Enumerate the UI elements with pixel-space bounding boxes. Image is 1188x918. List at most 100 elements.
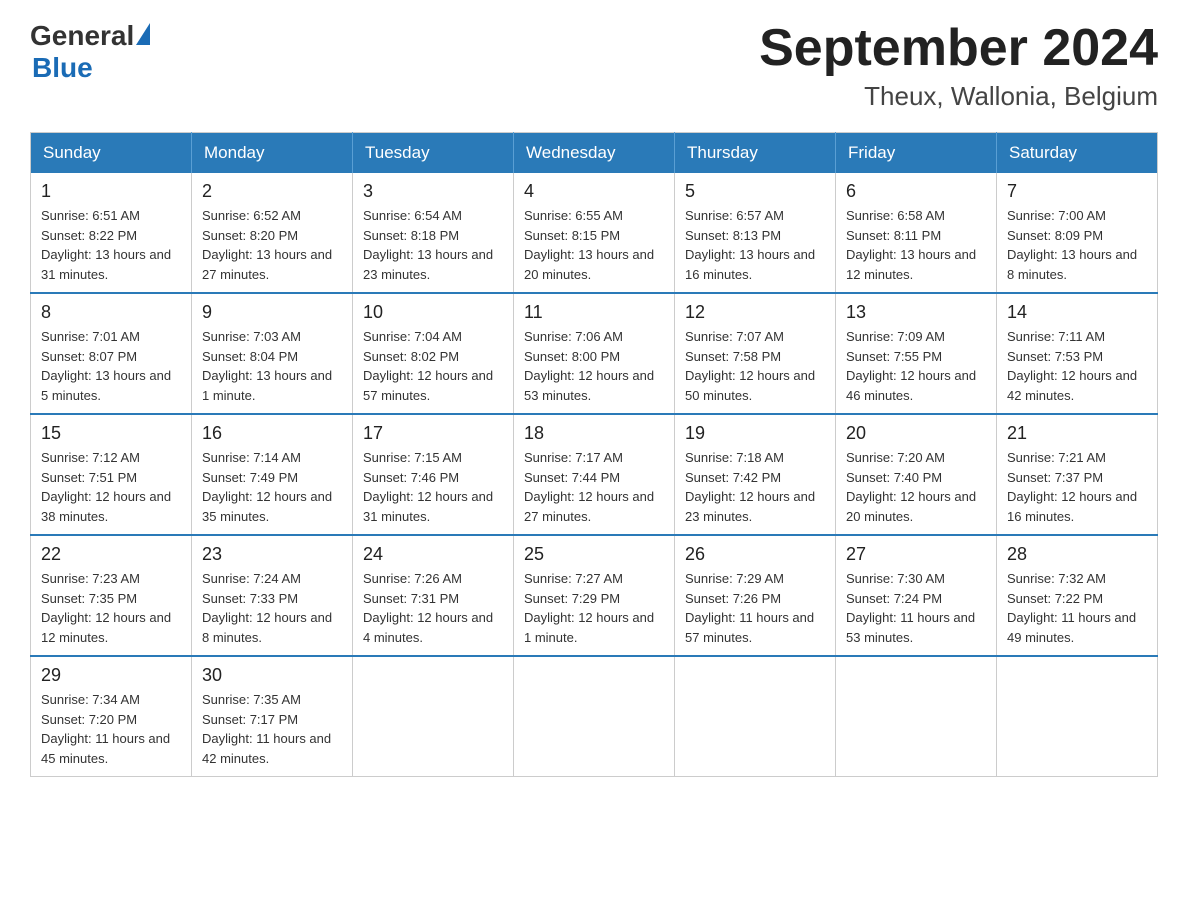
day-number: 23 bbox=[202, 544, 342, 565]
logo-text: General bbox=[30, 20, 150, 52]
header-sunday: Sunday bbox=[31, 133, 192, 174]
day-number: 17 bbox=[363, 423, 503, 444]
calendar-cell: 6 Sunrise: 6:58 AMSunset: 8:11 PMDayligh… bbox=[836, 173, 997, 293]
day-info: Sunrise: 7:09 AMSunset: 7:55 PMDaylight:… bbox=[846, 327, 986, 405]
day-info: Sunrise: 7:27 AMSunset: 7:29 PMDaylight:… bbox=[524, 569, 664, 647]
day-info: Sunrise: 7:00 AMSunset: 8:09 PMDaylight:… bbox=[1007, 206, 1147, 284]
day-number: 18 bbox=[524, 423, 664, 444]
calendar-cell: 16 Sunrise: 7:14 AMSunset: 7:49 PMDaylig… bbox=[192, 414, 353, 535]
day-info: Sunrise: 7:11 AMSunset: 7:53 PMDaylight:… bbox=[1007, 327, 1147, 405]
calendar-cell: 4 Sunrise: 6:55 AMSunset: 8:15 PMDayligh… bbox=[514, 173, 675, 293]
calendar-cell: 24 Sunrise: 7:26 AMSunset: 7:31 PMDaylig… bbox=[353, 535, 514, 656]
day-number: 9 bbox=[202, 302, 342, 323]
calendar-cell: 12 Sunrise: 7:07 AMSunset: 7:58 PMDaylig… bbox=[675, 293, 836, 414]
day-number: 14 bbox=[1007, 302, 1147, 323]
day-info: Sunrise: 7:35 AMSunset: 7:17 PMDaylight:… bbox=[202, 690, 342, 768]
day-number: 30 bbox=[202, 665, 342, 686]
day-number: 21 bbox=[1007, 423, 1147, 444]
day-info: Sunrise: 7:07 AMSunset: 7:58 PMDaylight:… bbox=[685, 327, 825, 405]
day-number: 2 bbox=[202, 181, 342, 202]
calendar-cell: 10 Sunrise: 7:04 AMSunset: 8:02 PMDaylig… bbox=[353, 293, 514, 414]
day-number: 19 bbox=[685, 423, 825, 444]
calendar-cell: 11 Sunrise: 7:06 AMSunset: 8:00 PMDaylig… bbox=[514, 293, 675, 414]
day-info: Sunrise: 7:17 AMSunset: 7:44 PMDaylight:… bbox=[524, 448, 664, 526]
day-number: 28 bbox=[1007, 544, 1147, 565]
day-info: Sunrise: 7:30 AMSunset: 7:24 PMDaylight:… bbox=[846, 569, 986, 647]
day-info: Sunrise: 6:52 AMSunset: 8:20 PMDaylight:… bbox=[202, 206, 342, 284]
calendar-cell: 20 Sunrise: 7:20 AMSunset: 7:40 PMDaylig… bbox=[836, 414, 997, 535]
month-year-title: September 2024 bbox=[759, 20, 1158, 77]
day-info: Sunrise: 7:21 AMSunset: 7:37 PMDaylight:… bbox=[1007, 448, 1147, 526]
day-number: 12 bbox=[685, 302, 825, 323]
calendar-cell bbox=[675, 656, 836, 777]
calendar-cell: 19 Sunrise: 7:18 AMSunset: 7:42 PMDaylig… bbox=[675, 414, 836, 535]
calendar-cell bbox=[514, 656, 675, 777]
day-number: 27 bbox=[846, 544, 986, 565]
calendar-week-row: 29 Sunrise: 7:34 AMSunset: 7:20 PMDaylig… bbox=[31, 656, 1158, 777]
day-info: Sunrise: 7:12 AMSunset: 7:51 PMDaylight:… bbox=[41, 448, 181, 526]
calendar-cell: 14 Sunrise: 7:11 AMSunset: 7:53 PMDaylig… bbox=[997, 293, 1158, 414]
calendar-cell: 28 Sunrise: 7:32 AMSunset: 7:22 PMDaylig… bbox=[997, 535, 1158, 656]
calendar-cell: 3 Sunrise: 6:54 AMSunset: 8:18 PMDayligh… bbox=[353, 173, 514, 293]
logo-general: General bbox=[30, 20, 134, 52]
calendar-cell bbox=[997, 656, 1158, 777]
day-info: Sunrise: 7:01 AMSunset: 8:07 PMDaylight:… bbox=[41, 327, 181, 405]
day-number: 13 bbox=[846, 302, 986, 323]
header-wednesday: Wednesday bbox=[514, 133, 675, 174]
day-info: Sunrise: 7:14 AMSunset: 7:49 PMDaylight:… bbox=[202, 448, 342, 526]
day-info: Sunrise: 6:55 AMSunset: 8:15 PMDaylight:… bbox=[524, 206, 664, 284]
day-number: 20 bbox=[846, 423, 986, 444]
calendar-header-row: SundayMondayTuesdayWednesdayThursdayFrid… bbox=[31, 133, 1158, 174]
calendar-cell: 25 Sunrise: 7:27 AMSunset: 7:29 PMDaylig… bbox=[514, 535, 675, 656]
calendar-cell: 2 Sunrise: 6:52 AMSunset: 8:20 PMDayligh… bbox=[192, 173, 353, 293]
calendar-cell bbox=[836, 656, 997, 777]
logo-blue: Blue bbox=[32, 52, 93, 84]
header-thursday: Thursday bbox=[675, 133, 836, 174]
day-number: 5 bbox=[685, 181, 825, 202]
day-number: 1 bbox=[41, 181, 181, 202]
day-number: 6 bbox=[846, 181, 986, 202]
day-number: 26 bbox=[685, 544, 825, 565]
calendar-cell: 30 Sunrise: 7:35 AMSunset: 7:17 PMDaylig… bbox=[192, 656, 353, 777]
day-info: Sunrise: 7:06 AMSunset: 8:00 PMDaylight:… bbox=[524, 327, 664, 405]
calendar-cell: 15 Sunrise: 7:12 AMSunset: 7:51 PMDaylig… bbox=[31, 414, 192, 535]
calendar-cell: 9 Sunrise: 7:03 AMSunset: 8:04 PMDayligh… bbox=[192, 293, 353, 414]
day-number: 3 bbox=[363, 181, 503, 202]
calendar-cell: 18 Sunrise: 7:17 AMSunset: 7:44 PMDaylig… bbox=[514, 414, 675, 535]
calendar-cell bbox=[353, 656, 514, 777]
calendar-week-row: 1 Sunrise: 6:51 AMSunset: 8:22 PMDayligh… bbox=[31, 173, 1158, 293]
day-number: 4 bbox=[524, 181, 664, 202]
day-number: 8 bbox=[41, 302, 181, 323]
day-number: 15 bbox=[41, 423, 181, 444]
calendar-cell: 7 Sunrise: 7:00 AMSunset: 8:09 PMDayligh… bbox=[997, 173, 1158, 293]
day-info: Sunrise: 7:20 AMSunset: 7:40 PMDaylight:… bbox=[846, 448, 986, 526]
day-number: 29 bbox=[41, 665, 181, 686]
day-number: 16 bbox=[202, 423, 342, 444]
day-info: Sunrise: 7:03 AMSunset: 8:04 PMDaylight:… bbox=[202, 327, 342, 405]
calendar-cell: 13 Sunrise: 7:09 AMSunset: 7:55 PMDaylig… bbox=[836, 293, 997, 414]
day-number: 11 bbox=[524, 302, 664, 323]
calendar-cell: 27 Sunrise: 7:30 AMSunset: 7:24 PMDaylig… bbox=[836, 535, 997, 656]
title-area: September 2024 Theux, Wallonia, Belgium bbox=[759, 20, 1158, 112]
day-number: 22 bbox=[41, 544, 181, 565]
day-info: Sunrise: 7:29 AMSunset: 7:26 PMDaylight:… bbox=[685, 569, 825, 647]
day-info: Sunrise: 7:04 AMSunset: 8:02 PMDaylight:… bbox=[363, 327, 503, 405]
calendar-cell: 26 Sunrise: 7:29 AMSunset: 7:26 PMDaylig… bbox=[675, 535, 836, 656]
day-info: Sunrise: 6:54 AMSunset: 8:18 PMDaylight:… bbox=[363, 206, 503, 284]
day-info: Sunrise: 7:15 AMSunset: 7:46 PMDaylight:… bbox=[363, 448, 503, 526]
calendar-week-row: 8 Sunrise: 7:01 AMSunset: 8:07 PMDayligh… bbox=[31, 293, 1158, 414]
day-info: Sunrise: 7:26 AMSunset: 7:31 PMDaylight:… bbox=[363, 569, 503, 647]
calendar-cell: 23 Sunrise: 7:24 AMSunset: 7:33 PMDaylig… bbox=[192, 535, 353, 656]
day-info: Sunrise: 7:34 AMSunset: 7:20 PMDaylight:… bbox=[41, 690, 181, 768]
logo: General Blue bbox=[30, 20, 150, 84]
header-saturday: Saturday bbox=[997, 133, 1158, 174]
calendar-week-row: 15 Sunrise: 7:12 AMSunset: 7:51 PMDaylig… bbox=[31, 414, 1158, 535]
day-info: Sunrise: 6:57 AMSunset: 8:13 PMDaylight:… bbox=[685, 206, 825, 284]
calendar-cell: 8 Sunrise: 7:01 AMSunset: 8:07 PMDayligh… bbox=[31, 293, 192, 414]
calendar-cell: 5 Sunrise: 6:57 AMSunset: 8:13 PMDayligh… bbox=[675, 173, 836, 293]
day-info: Sunrise: 6:58 AMSunset: 8:11 PMDaylight:… bbox=[846, 206, 986, 284]
day-number: 10 bbox=[363, 302, 503, 323]
header-monday: Monday bbox=[192, 133, 353, 174]
header-tuesday: Tuesday bbox=[353, 133, 514, 174]
day-number: 7 bbox=[1007, 181, 1147, 202]
